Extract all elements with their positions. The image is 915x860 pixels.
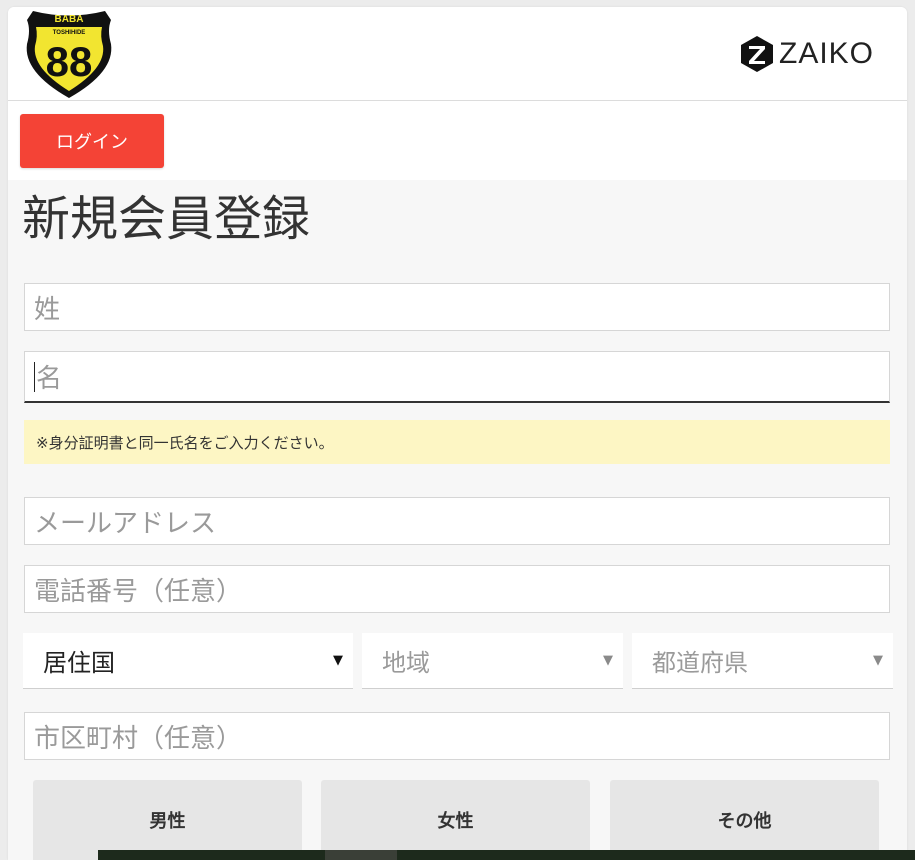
city-placeholder: 市区町村（任意） xyxy=(34,723,243,754)
gender-male-button[interactable]: 男性 xyxy=(33,780,302,860)
scrollbar-thumb[interactable] xyxy=(325,850,397,860)
text-cursor xyxy=(34,361,35,392)
prefecture-select[interactable]: 都道府県 ▼ xyxy=(632,633,893,689)
header: BABA TOSHIHIDE 88 ZAIKO xyxy=(8,7,907,101)
country-select[interactable]: 居住国 ▼ xyxy=(23,633,353,689)
horizontal-scrollbar[interactable] xyxy=(98,850,915,860)
dropdown-arrow-icon: ▼ xyxy=(873,653,883,668)
region-select[interactable]: 地域 ▼ xyxy=(362,633,623,689)
region-select-value: 地域 xyxy=(382,649,430,677)
gender-female-button[interactable]: 女性 xyxy=(321,780,590,860)
page-title: 新規会員登録 xyxy=(22,191,311,247)
shield-logo-icon: BABA TOSHIHIDE 88 xyxy=(26,11,112,98)
last-name-input[interactable]: 姓 xyxy=(24,283,890,331)
gender-other-button[interactable]: その他 xyxy=(610,780,879,860)
zaiko-z-icon xyxy=(741,36,773,72)
first-name-input[interactable]: 名 xyxy=(24,351,890,403)
first-name-placeholder: 名 xyxy=(36,364,63,394)
login-row: ログイン xyxy=(8,101,907,180)
email-placeholder: メールアドレス xyxy=(34,508,217,539)
login-button[interactable]: ログイン xyxy=(20,114,164,168)
email-input[interactable]: メールアドレス xyxy=(24,497,890,545)
baba-88-logo[interactable]: BABA TOSHIHIDE 88 xyxy=(23,8,115,100)
phone-placeholder: 電話番号（任意） xyxy=(34,576,243,607)
registration-card: BABA TOSHIHIDE 88 ZAIKO ログイン 新規会員登録 姓 名 … xyxy=(8,7,907,860)
city-input[interactable]: 市区町村（任意） xyxy=(24,712,890,760)
dropdown-arrow-icon: ▼ xyxy=(333,653,343,668)
logo-sub-text: TOSHIHIDE xyxy=(53,30,86,36)
last-name-placeholder: 姓 xyxy=(34,294,61,325)
prefecture-select-value: 都道府県 xyxy=(652,649,748,677)
name-notice: ※身分証明書と同一氏名をご入力ください。 xyxy=(24,420,890,464)
zaiko-brand-name: ZAIKO xyxy=(779,37,875,70)
logo-top-text: BABA xyxy=(55,14,84,25)
dropdown-arrow-icon: ▼ xyxy=(603,653,613,668)
logo-number: 88 xyxy=(46,38,93,85)
zaiko-brand[interactable]: ZAIKO xyxy=(739,35,874,73)
country-select-value: 居住国 xyxy=(43,649,115,677)
phone-input[interactable]: 電話番号（任意） xyxy=(24,565,890,613)
